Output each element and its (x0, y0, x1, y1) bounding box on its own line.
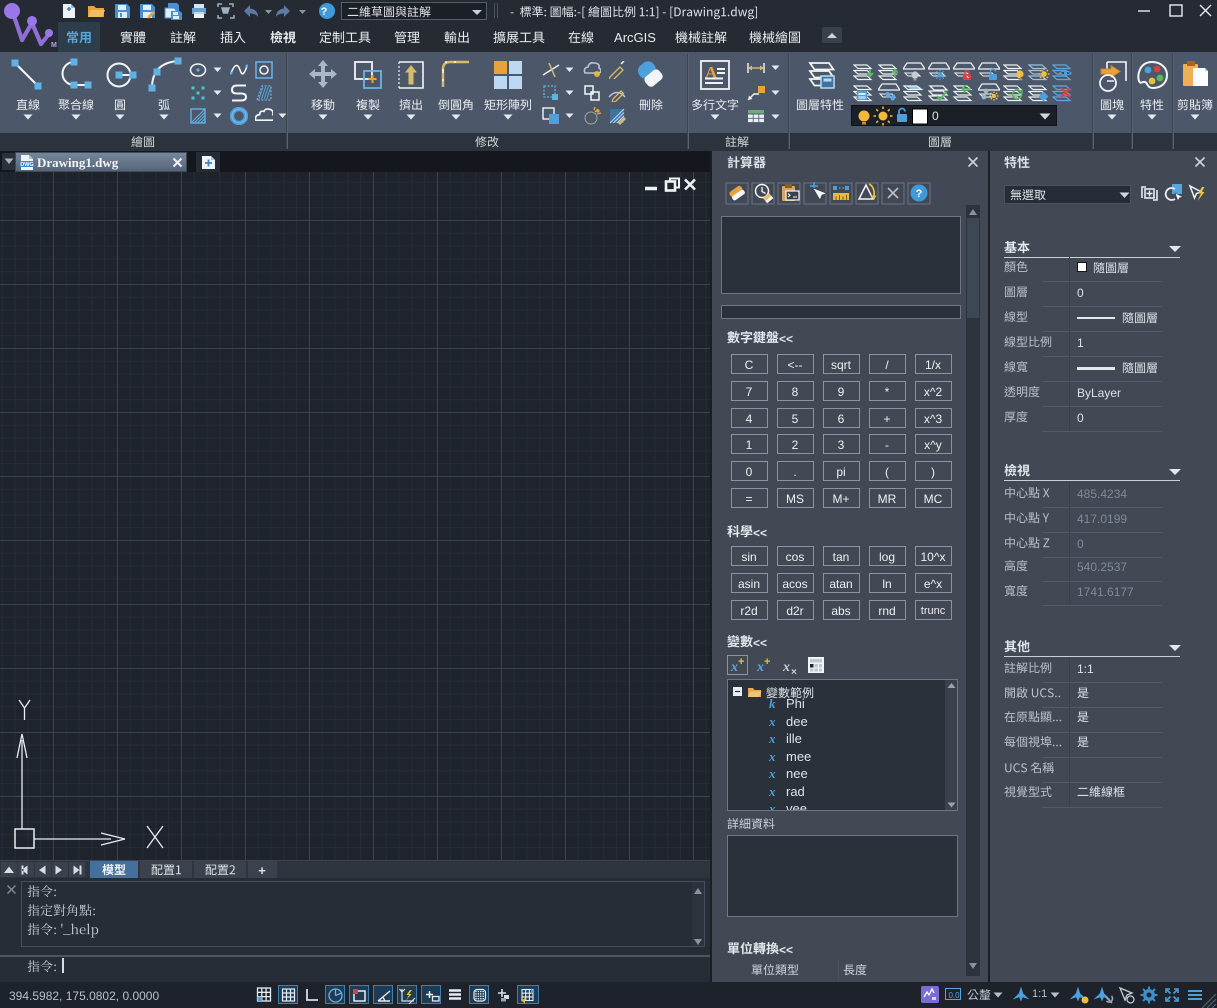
svg-text:+: + (764, 656, 770, 668)
svg-text:+: + (738, 656, 744, 668)
svg-text:?: ? (916, 188, 923, 200)
svg-text:x: x (756, 660, 764, 675)
svg-text:×: × (791, 667, 797, 678)
svg-text:x: x (782, 660, 790, 675)
svg-text:0.0: 0.0 (948, 991, 960, 1000)
svg-text:x: x (730, 660, 738, 675)
svg-text:DWG: DWG (20, 162, 33, 168)
